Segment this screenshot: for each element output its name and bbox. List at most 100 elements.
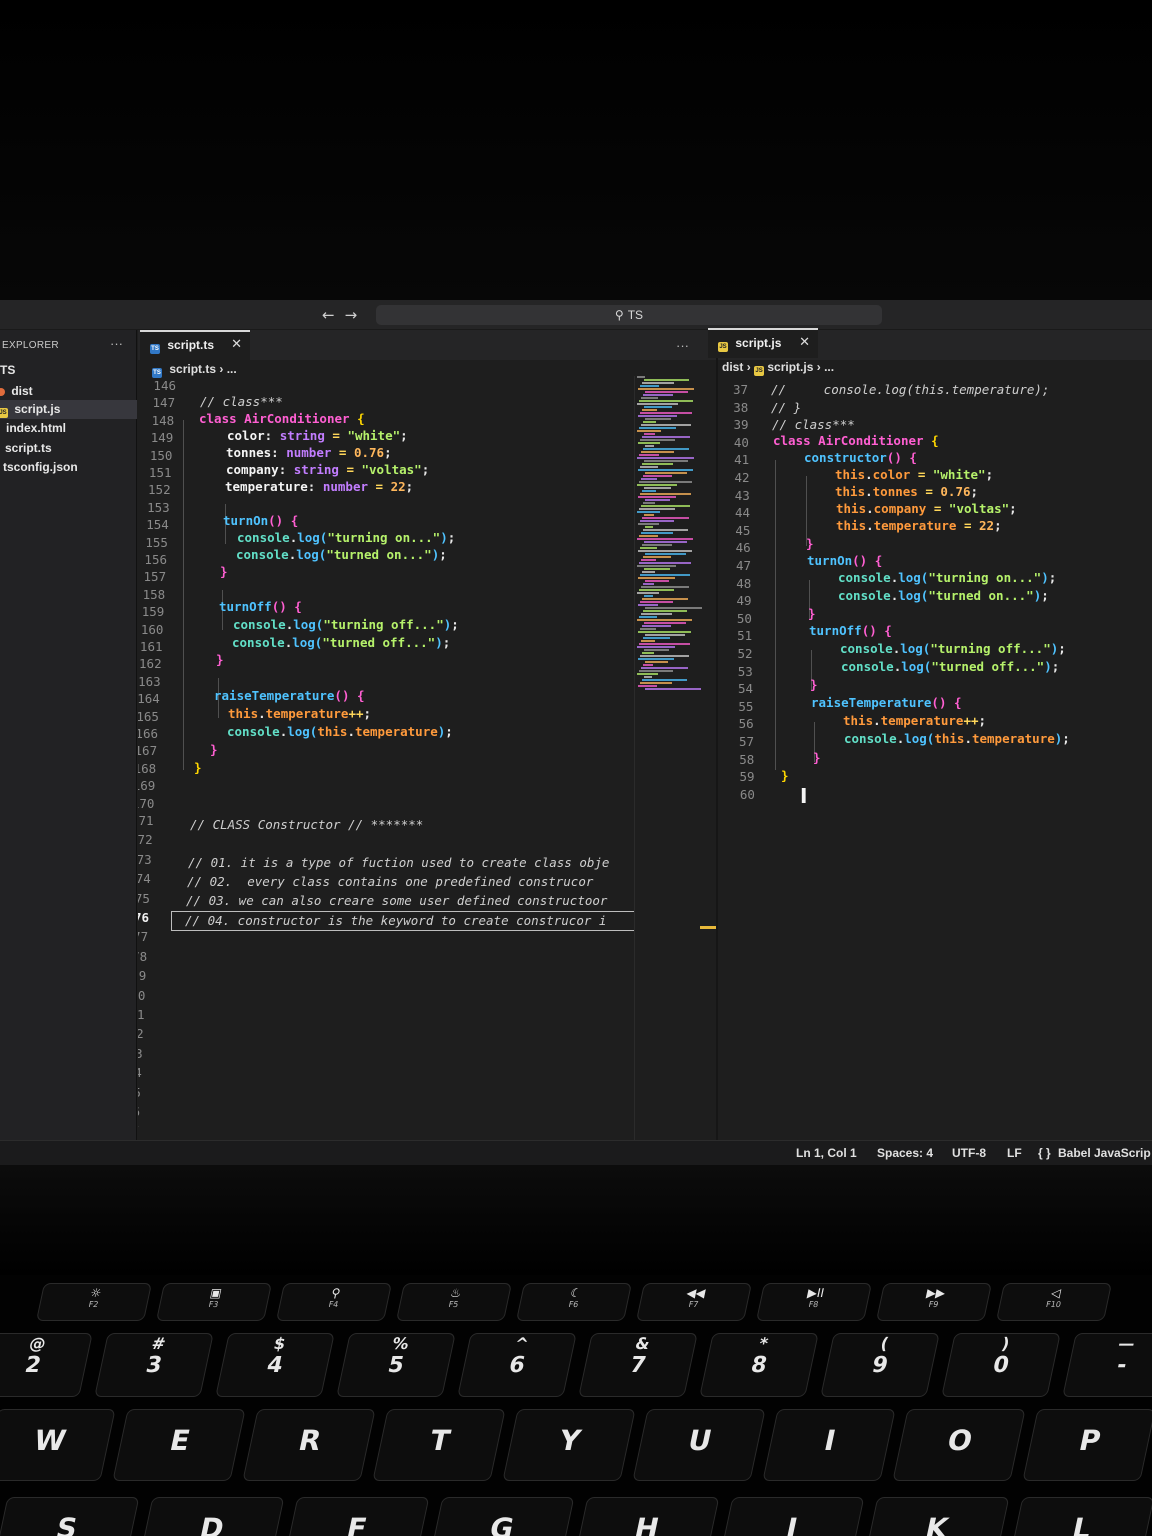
key-f10[interactable]: ◁ F10	[995, 1283, 1113, 1321]
minimap-line	[637, 673, 658, 675]
key-letter: E	[166, 1424, 194, 1457]
line-number: 150	[149, 447, 173, 463]
right-code-editor[interactable]: 37 38 39 40 41 42 43 44 45 46 47 48 49 50 51 52 53 54 55 56…	[718, 380, 1152, 1140]
code-line-160: console.log("turning off...");	[233, 617, 459, 632]
key-digit: -	[1114, 1353, 1130, 1378]
back-arrow-icon[interactable]: ←	[322, 306, 345, 324]
minimap-line	[641, 397, 658, 399]
line-number: 162	[139, 656, 162, 672]
minimap-line	[644, 595, 653, 597]
breadcrumb-rest[interactable]: › ...	[219, 362, 236, 376]
tree-item-script-js[interactable]: JS script.js	[0, 400, 137, 419]
tree-item-index-html[interactable]: index.html	[0, 419, 137, 438]
minimap-line	[639, 454, 659, 456]
left-code-editor[interactable]: 146 147 148 149 150 151 152 153 154 155 156 157 158 1…	[138, 378, 634, 1140]
key-f2[interactable]: ☼ F2	[35, 1283, 153, 1321]
line-number: 176	[138, 910, 149, 925]
code-line-41: constructor() {	[804, 450, 917, 465]
indentation[interactable]: Spaces: 4	[877, 1141, 933, 1165]
minimap-line	[645, 580, 669, 582]
close-tab-icon[interactable]: ✕	[231, 330, 242, 360]
key-2[interactable]: @2	[0, 1333, 93, 1397]
key-h[interactable]: H	[572, 1497, 720, 1536]
key-p[interactable]: P	[1022, 1409, 1152, 1481]
line-number: 166	[138, 726, 158, 741]
key-f9[interactable]: ▶▶ F9	[875, 1283, 993, 1321]
line-number: 159	[141, 604, 165, 620]
scrollbar-position-marker[interactable]	[700, 926, 716, 929]
line-number: 186	[138, 1104, 140, 1119]
key-8[interactable]: * 8	[699, 1333, 819, 1397]
left-group-more-button[interactable]: ···	[676, 338, 689, 353]
key-l[interactable]: L	[1007, 1497, 1152, 1536]
tree-item-script-ts[interactable]: script.ts	[0, 439, 137, 458]
end-of-line[interactable]: LF	[1007, 1141, 1022, 1165]
key-j[interactable]: J	[717, 1497, 865, 1536]
minimap-line	[645, 661, 668, 663]
encoding[interactable]: UTF-8	[952, 1141, 986, 1165]
minimap[interactable]	[634, 376, 706, 1140]
language-mode[interactable]: Babel JavaScrip	[1058, 1141, 1151, 1165]
explorer-more-button[interactable]: ···	[110, 336, 123, 351]
key-f3[interactable]: ▣ F3	[155, 1283, 273, 1321]
minimap-line	[641, 640, 655, 642]
key-f6[interactable]: ☾ F6	[515, 1283, 633, 1321]
close-tab-icon[interactable]: ✕	[799, 328, 810, 358]
key-7[interactable]: & 7	[578, 1333, 698, 1397]
vscode-window: ←→ ⚲ TS EXPLORER ··· TS dist JS script.js…	[0, 300, 1152, 1165]
key-letter: D	[196, 1512, 227, 1536]
key-s[interactable]: S	[0, 1497, 140, 1536]
tree-item-dist[interactable]: dist	[0, 382, 137, 401]
key-letter: F	[343, 1512, 370, 1536]
key-shift-symbol: )	[999, 1334, 1012, 1353]
minimap-line	[638, 550, 692, 552]
breadcrumb-file[interactable]: script.js	[767, 360, 813, 374]
line-number: 180	[138, 987, 146, 1003]
tab-script-ts[interactable]: TS script.ts ✕	[140, 330, 250, 360]
breadcrumb-rest[interactable]: › ...	[817, 360, 834, 374]
key-w[interactable]: W	[0, 1409, 116, 1481]
key-f4[interactable]: ⚲ F4	[275, 1283, 393, 1321]
key-k[interactable]: K	[862, 1497, 1010, 1536]
key-g[interactable]: G	[427, 1497, 575, 1536]
minimap-line	[641, 532, 673, 534]
minimap-line	[637, 430, 661, 432]
key-9[interactable]: (9	[820, 1333, 940, 1397]
workspace-folder[interactable]: TS	[0, 363, 15, 377]
key-f5[interactable]: ♨ F5	[395, 1283, 513, 1321]
cursor-position[interactable]: Ln 1, Col 1	[796, 1141, 857, 1165]
key-0[interactable]: ) 0	[941, 1333, 1061, 1397]
ts-file-icon: TS	[152, 368, 162, 378]
key-3[interactable]: #3	[94, 1333, 214, 1397]
breadcrumb-file[interactable]: script.ts	[169, 362, 216, 376]
minimap-line	[637, 646, 675, 648]
minimap-line	[639, 508, 675, 510]
key-4[interactable]: $4	[215, 1333, 335, 1397]
key-5[interactable]: % 5	[336, 1333, 456, 1397]
key-t[interactable]: T	[372, 1409, 506, 1481]
key-u[interactable]: U	[632, 1409, 766, 1481]
tab-script-js[interactable]: JS script.js ✕	[708, 328, 818, 358]
minimap-line	[639, 481, 692, 483]
minimap-line	[644, 541, 687, 543]
key-d[interactable]: D	[137, 1497, 285, 1536]
key-e[interactable]: E	[112, 1409, 246, 1481]
minimap-line	[640, 655, 689, 657]
key-f[interactable]: F	[282, 1497, 430, 1536]
key-f8[interactable]: ▶II F8	[755, 1283, 873, 1321]
key-f7[interactable]: ◀◀ F7	[635, 1283, 753, 1321]
line-number: 163	[138, 673, 161, 689]
forward-arrow-icon[interactable]: →	[345, 306, 368, 324]
key-o[interactable]: O	[892, 1409, 1026, 1481]
command-center-search[interactable]: ⚲ TS	[376, 305, 882, 325]
code-line-155: console.log("turning on...");	[237, 530, 456, 545]
breadcrumb-folder[interactable]: dist	[722, 360, 743, 374]
function-key-icon: ⚲	[330, 1286, 342, 1300]
key-y[interactable]: Y	[502, 1409, 636, 1481]
key-6[interactable]: ^ 6	[457, 1333, 577, 1397]
key-i[interactable]: I	[762, 1409, 896, 1481]
key--[interactable]: — -	[1062, 1333, 1152, 1397]
tree-item-tsconfig[interactable]: tsconfig.json	[0, 458, 137, 477]
code-line-52: console.log("turning off...");	[840, 641, 1066, 656]
key-r[interactable]: R	[242, 1409, 376, 1481]
